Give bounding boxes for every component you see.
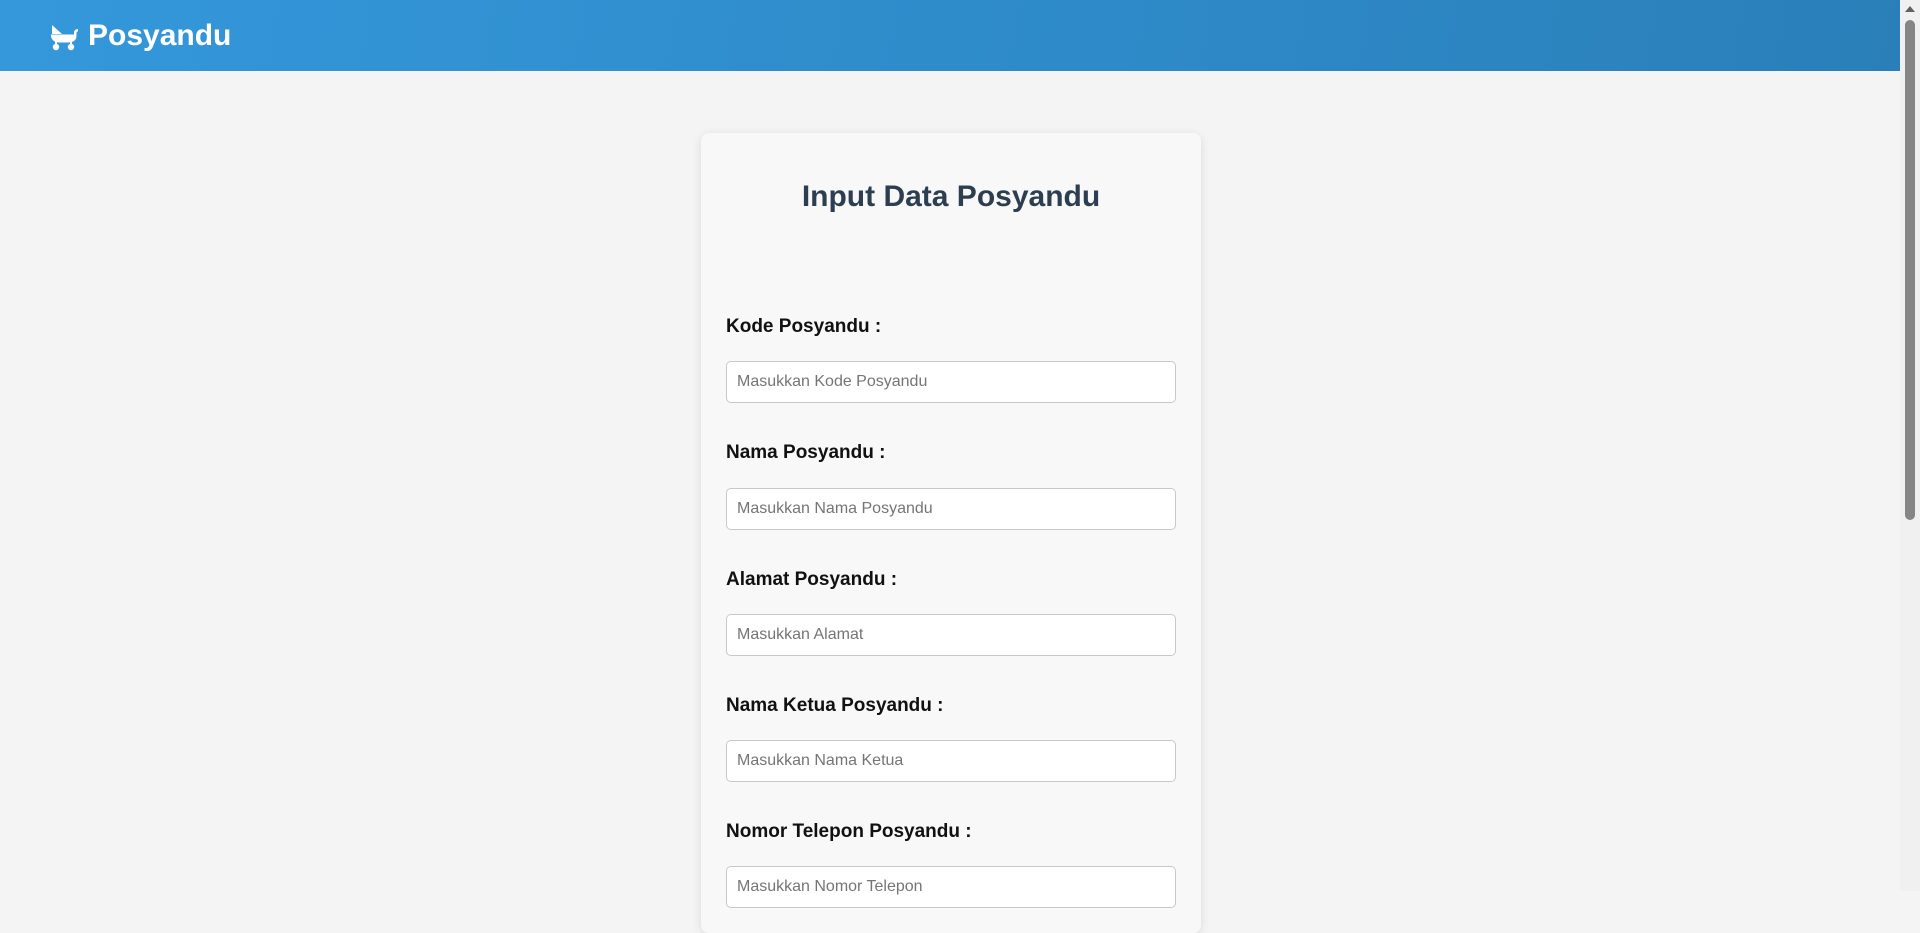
posyandu-form-card: Input Data Posyandu Kode Posyandu : Nama… (701, 133, 1201, 933)
top-navbar: Posyandu (0, 0, 1900, 71)
kode-posyandu-label: Kode Posyandu : (726, 316, 882, 337)
alamat-posyandu-label: Alamat Posyandu : (726, 569, 898, 590)
scrollbar-thumb[interactable] (1905, 20, 1915, 520)
scroll-up-arrow-icon[interactable] (1900, 0, 1920, 17)
brand-link[interactable]: Posyandu (48, 19, 231, 53)
vertical-scrollbar[interactable] (1900, 0, 1920, 891)
nomor-telepon-input[interactable] (726, 866, 1176, 908)
nama-posyandu-input[interactable] (726, 488, 1176, 530)
brand-label: Posyandu (88, 18, 232, 52)
kode-posyandu-input[interactable] (726, 361, 1176, 403)
nomor-telepon-label: Nomor Telepon Posyandu : (726, 821, 972, 842)
baby-carriage-icon (48, 20, 88, 52)
nama-ketua-label: Nama Ketua Posyandu : (726, 695, 944, 716)
form-title: Input Data Posyandu (801, 180, 1101, 213)
nama-posyandu-label: Nama Posyandu : (726, 442, 886, 463)
nama-ketua-input[interactable] (726, 740, 1176, 782)
alamat-posyandu-input[interactable] (726, 614, 1176, 656)
